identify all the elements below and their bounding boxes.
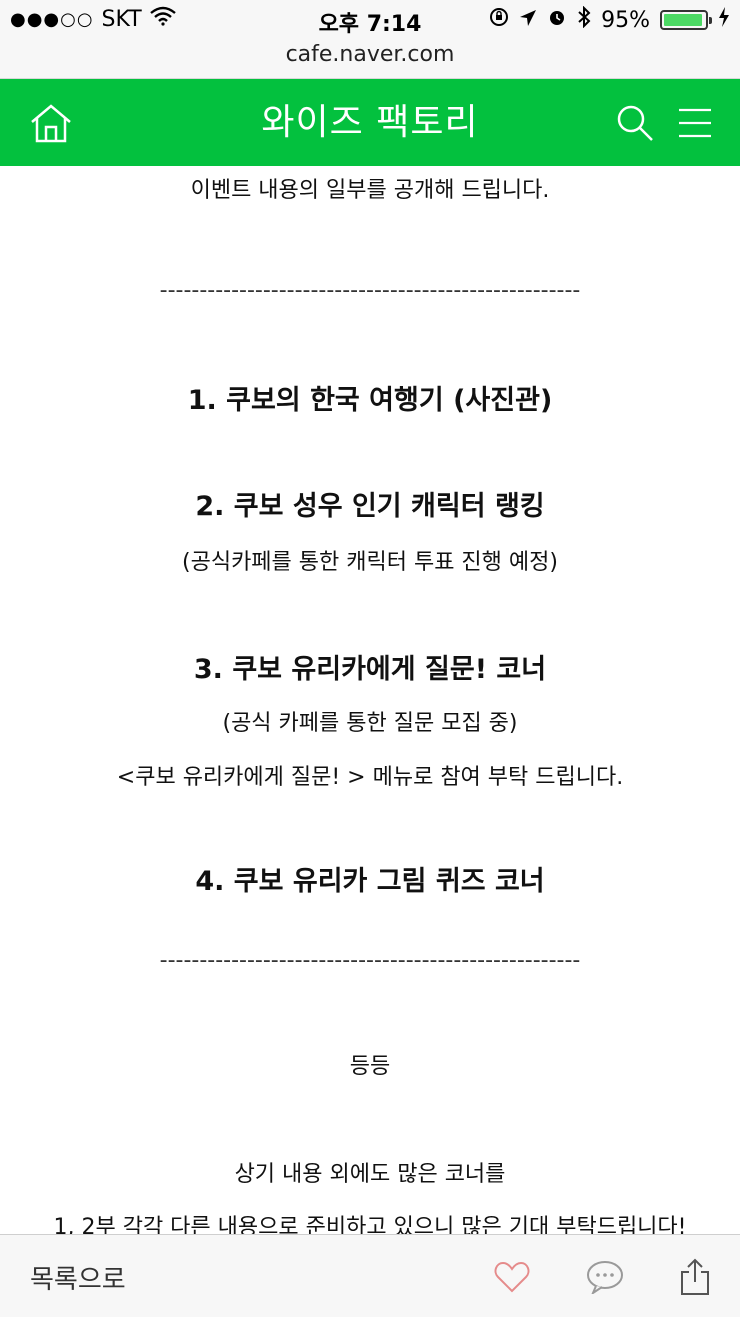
search-icon [617,105,653,141]
battery-icon [660,10,712,30]
address-bar[interactable]: cafe.naver.com [0,40,740,79]
item-heading-3: 3. 쿠보 유리카에게 질문! 코너 [193,654,547,685]
search-button[interactable] [610,98,660,148]
back-to-list-button[interactable]: 목록으로 [30,1259,126,1296]
cafe-header: 와이즈 팩토리 [0,79,740,166]
battery-level [664,14,702,26]
heart-icon [494,1261,530,1293]
comment-icon [587,1261,623,1294]
menu-button[interactable] [670,98,720,148]
url-text: cafe.naver.com [285,42,455,67]
item-sub-3b: <쿠보 유리카에게 질문! > 메뉴로 참여 부탁 드립니다. [116,765,624,790]
closing-text-1: 상기 내용 외에도 많은 코너를 [234,1162,506,1187]
home-icon [31,104,71,143]
rotation-lock-icon [489,7,509,33]
location-icon [519,8,537,33]
alarm-icon [547,7,567,33]
intro-text: 이벤트 내용의 일부를 공개해 드립니다. [190,178,550,203]
charging-icon [718,7,730,33]
status-bar: ●●●○○ SKT 오후 7:14 95% [0,0,740,40]
item-sub-3: (공식 카페를 통한 질문 모집 중) [222,711,518,736]
item-heading-4: 4. 쿠보 유리카 그림 퀴즈 코너 [195,866,545,897]
item-sub-2: (공식카페를 통한 캐릭터 투표 진행 예정) [182,550,558,575]
share-icon [681,1258,709,1295]
hamburger-menu-icon [679,108,711,138]
signal-strength-icon: ●●●○○ [10,8,94,30]
share-button[interactable] [673,1255,717,1299]
wifi-icon [149,6,176,32]
article-body: 이벤트 내용의 일부를 공개해 드립니다. ------------------… [0,166,740,1234]
bottom-toolbar: 목록으로 [0,1234,740,1317]
like-button[interactable] [490,1255,534,1299]
divider-bottom: ----------------------------------------… [159,948,581,973]
comment-button[interactable] [583,1255,627,1299]
etc-text: 등등 [349,1054,391,1079]
carrier-label: SKT [101,6,142,32]
status-right: 95% [489,5,730,34]
home-button[interactable] [26,98,76,148]
item-heading-1: 1. 쿠보의 한국 여행기 (사진관) [187,385,553,416]
divider-top: ----------------------------------------… [159,278,581,303]
status-left: ●●●○○ SKT [10,6,176,32]
closing-text-2: 1, 2부 각각 다른 내용으로 준비하고 있으니 많은 기대 부탁드립니다! [53,1215,687,1234]
battery-percent: 95% [601,7,650,33]
item-heading-2: 2. 쿠보 성우 인기 캐릭터 랭킹 [195,491,545,522]
bluetooth-icon [577,5,591,34]
